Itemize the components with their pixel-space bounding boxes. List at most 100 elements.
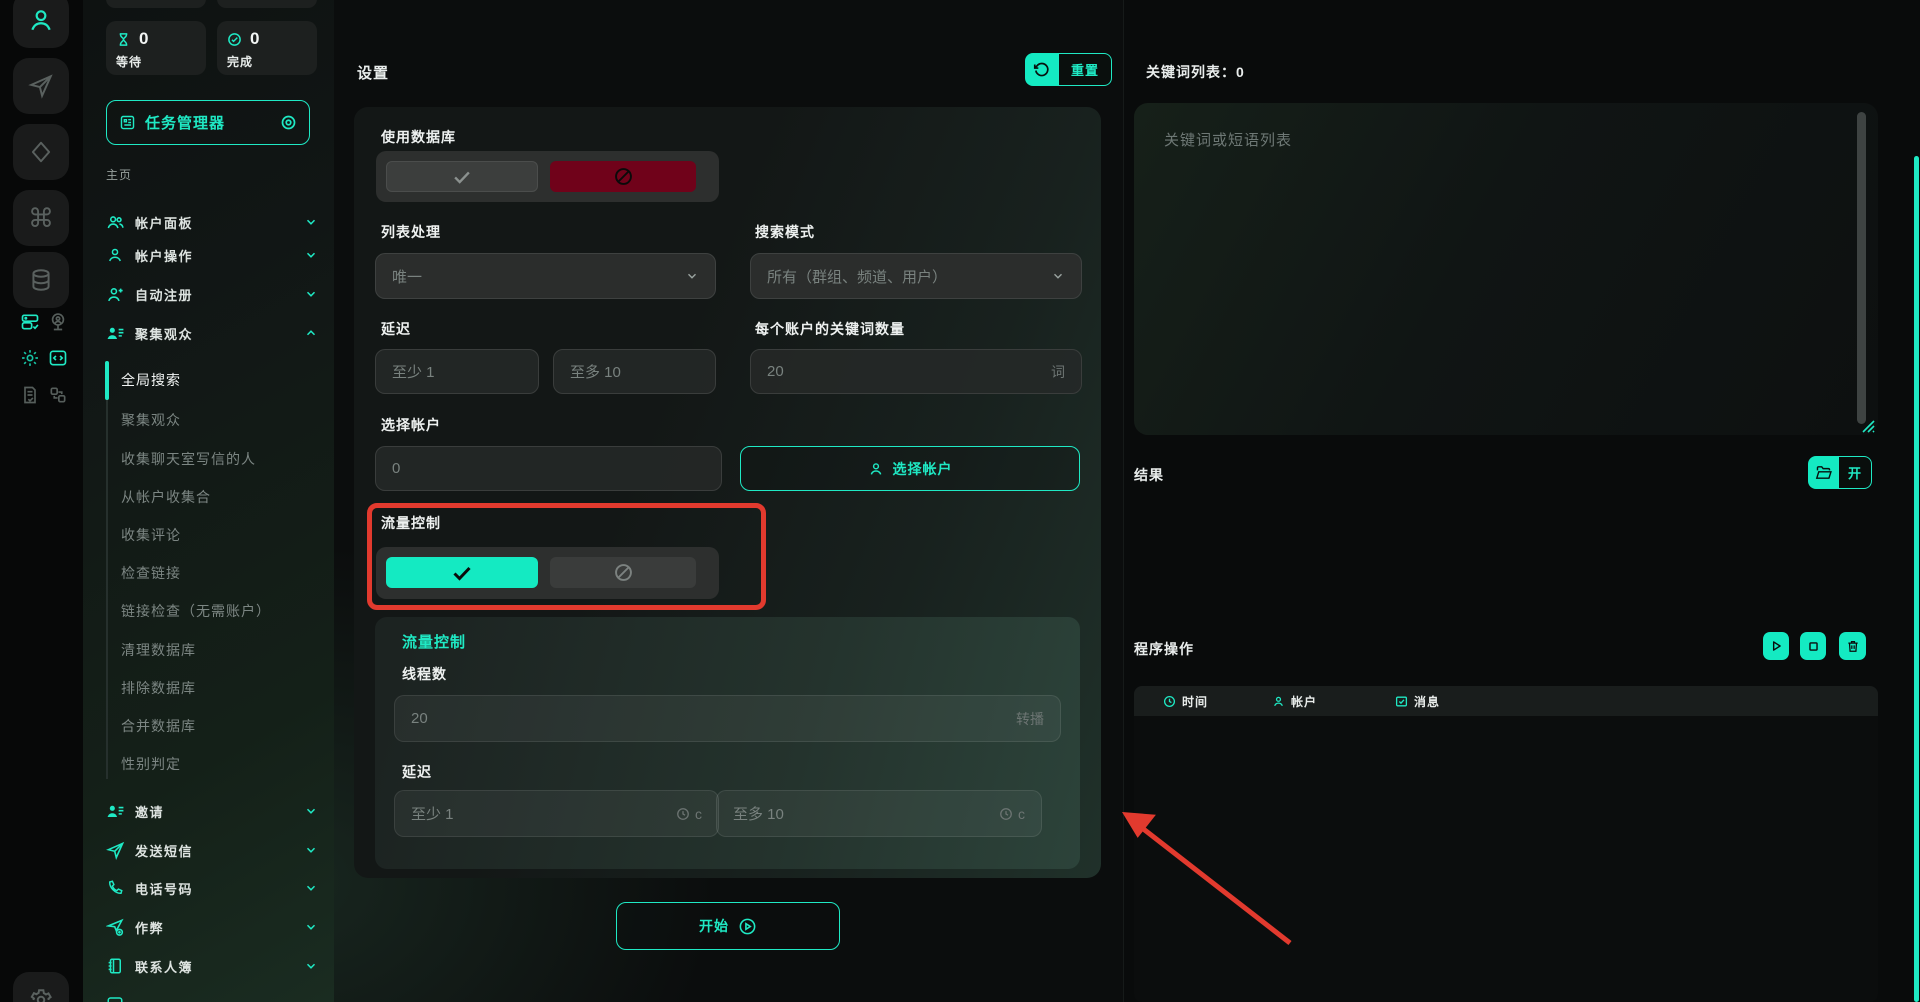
- submenu-item[interactable]: 清理数据库: [121, 639, 196, 661]
- start-button-label: 开始: [699, 916, 729, 936]
- document-check-icon[interactable]: [19, 384, 40, 405]
- diamond-rail-button[interactable]: [13, 124, 69, 180]
- database-rail-button[interactable]: [13, 252, 69, 308]
- sidebar-item-cutoff[interactable]: [106, 992, 318, 1002]
- keywords-unit-suffix: 词: [1051, 362, 1065, 382]
- flow-delay-max-input[interactable]: 至多 10 c: [716, 790, 1042, 837]
- threads-input[interactable]: 20 转播: [394, 695, 1061, 742]
- shuffle-icon[interactable]: [47, 384, 68, 405]
- users-icon: [106, 213, 125, 232]
- submenu-item[interactable]: 排除数据库: [121, 677, 196, 699]
- sidebar-item-send-sms[interactable]: 发送短信: [106, 838, 318, 862]
- run-button[interactable]: [1763, 632, 1789, 660]
- send-rail-button[interactable]: [13, 58, 69, 114]
- cutoff-tile: [106, 0, 206, 8]
- settings-gear-icon: [28, 987, 54, 1002]
- target-icon: [280, 114, 297, 131]
- seconds-unit: c: [695, 806, 702, 822]
- search-mode-label: 搜索模式: [755, 222, 815, 242]
- pending-counter-card: 0 等待: [106, 21, 206, 75]
- submenu-item[interactable]: 聚集观众: [121, 409, 181, 431]
- sidebar-item-gather-audience[interactable]: 聚集观众: [106, 321, 318, 345]
- rotate-ccw-icon[interactable]: [1025, 53, 1058, 86]
- flow-off-option[interactable]: [550, 557, 696, 588]
- use-db-no-option[interactable]: [550, 161, 696, 192]
- sidebar-item-label: 发送短信: [135, 841, 294, 860]
- textarea-scrollbar[interactable]: [1857, 112, 1866, 424]
- list-processing-value: 唯一: [392, 266, 422, 287]
- sidebar-item-auto-register[interactable]: 自动注册: [106, 282, 318, 306]
- profile-rail-button[interactable]: [13, 0, 69, 48]
- submenu-item[interactable]: 收集评论: [121, 524, 181, 546]
- clock-icon: [999, 807, 1013, 821]
- cutoff-tile: [217, 0, 317, 8]
- page-scrollbar[interactable]: [1914, 156, 1919, 1002]
- keywords-placeholder: 关键词或短语列表: [1164, 129, 1292, 150]
- check-circle-icon: [227, 32, 242, 47]
- submenu-item[interactable]: 从帐户收集合: [121, 486, 211, 508]
- submenu-item[interactable]: 合并数据库: [121, 715, 196, 737]
- icon-rail: ⌘: [0, 0, 83, 1002]
- list-processing-select[interactable]: 唯一: [375, 253, 716, 299]
- keywords-textarea[interactable]: 关键词或短语列表: [1134, 103, 1878, 435]
- sidebar-item-contacts[interactable]: 联系人簿: [106, 954, 318, 978]
- seconds-unit: c: [1018, 806, 1025, 822]
- prohibit-icon: [613, 562, 634, 583]
- chevron-down-icon: [304, 215, 318, 229]
- sidebar-item-label: 联系人簿: [135, 957, 294, 976]
- code-window-icon[interactable]: [47, 347, 68, 368]
- done-counter-card: 0 完成: [217, 21, 317, 75]
- column-time-label: 时间: [1182, 693, 1208, 710]
- submenu-item[interactable]: 检查链接: [121, 562, 181, 584]
- delay-min-input[interactable]: 至少 1: [375, 349, 539, 394]
- use-db-toggle: [376, 151, 719, 202]
- account-count-value: 0: [392, 460, 400, 477]
- sidebar-item-account-ops[interactable]: 帐户操作: [106, 243, 318, 267]
- reset-button[interactable]: 重置: [1058, 53, 1112, 86]
- stop-button[interactable]: [1800, 632, 1826, 660]
- page-title: 设置: [357, 62, 389, 83]
- sidebar-item-cheat[interactable]: 作弊: [106, 915, 318, 939]
- search-mode-select[interactable]: 所有（群组、频道、用户）: [750, 253, 1082, 299]
- delay-min-value: 至少 1: [392, 361, 435, 382]
- use-db-yes-option[interactable]: [386, 161, 538, 192]
- flow-on-option[interactable]: [386, 557, 538, 588]
- submenu-item[interactable]: 性别判定: [121, 753, 181, 775]
- column-time: 时间: [1163, 693, 1208, 710]
- resize-handle-icon[interactable]: [1862, 420, 1875, 433]
- task-manager-label: 任务管理器: [145, 112, 271, 133]
- open-button[interactable]: 开: [1838, 456, 1872, 489]
- task-manager-button[interactable]: 任务管理器: [106, 100, 310, 145]
- program-ops-label: 程序操作: [1134, 639, 1194, 659]
- open-results-control[interactable]: 开: [1808, 456, 1872, 489]
- diamond-icon: [28, 139, 54, 165]
- sidebar-item-label: 邀请: [135, 802, 294, 821]
- clear-log-button[interactable]: [1839, 632, 1866, 660]
- delay-max-input[interactable]: 至多 10: [553, 349, 716, 394]
- sidebar-item-account-panel[interactable]: 帐户面板: [106, 210, 318, 234]
- sidebar-item-label: 作弊: [135, 918, 294, 937]
- pending-count: 0: [139, 29, 148, 49]
- account-count-input[interactable]: 0: [375, 446, 722, 491]
- folder-open-icon[interactable]: [1808, 456, 1838, 489]
- gear-icon[interactable]: [19, 347, 40, 368]
- home-section-label: 主页: [106, 166, 132, 183]
- flow-delay-min-input[interactable]: 至少 1 c: [394, 790, 719, 837]
- database-icon: [28, 267, 54, 293]
- sidebar-item-invite[interactable]: 邀请: [106, 799, 318, 823]
- user-camera-icon[interactable]: [47, 311, 68, 332]
- command-rail-button[interactable]: ⌘: [13, 190, 69, 246]
- threads-suffix: 转播: [1016, 709, 1044, 729]
- submenu-item[interactable]: 收集聊天室写信的人: [121, 448, 256, 470]
- select-account-button[interactable]: 选择帐户: [740, 446, 1080, 491]
- sidebar-item-phone-numbers[interactable]: 电话号码: [106, 876, 318, 900]
- settings-rail-button[interactable]: [13, 972, 69, 1002]
- keywords-per-account-input[interactable]: 20 词: [750, 349, 1082, 394]
- submenu-item[interactable]: 链接检查（无需账户）: [121, 600, 271, 622]
- reset-control[interactable]: 重置: [1025, 53, 1112, 86]
- server-check-icon[interactable]: [19, 311, 40, 332]
- column-account: 帐户: [1272, 693, 1317, 710]
- submenu-item-global-search[interactable]: 全局搜索: [121, 369, 181, 391]
- start-button[interactable]: 开始: [616, 902, 840, 950]
- sidebar-item-label: 自动注册: [135, 285, 294, 304]
